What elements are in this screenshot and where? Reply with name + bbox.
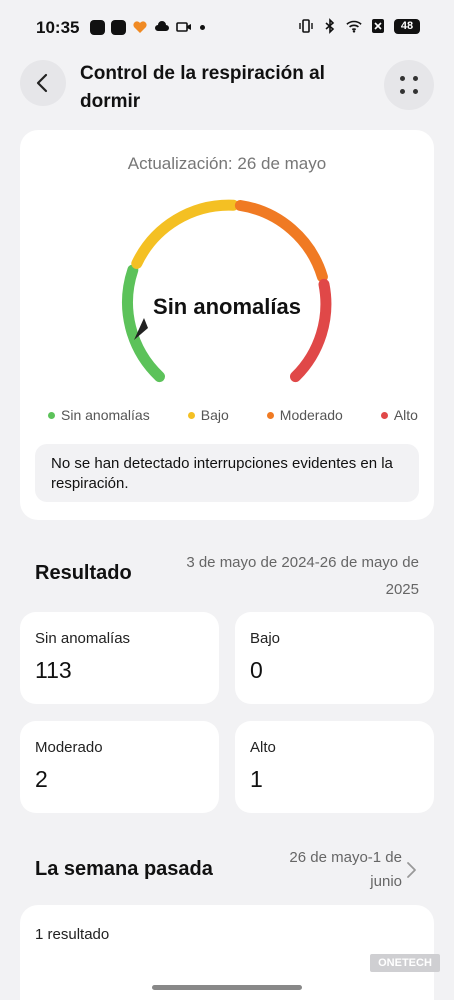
stat-value: 2 <box>35 766 48 792</box>
status-message: No se han detectado interrupciones evide… <box>51 455 393 492</box>
wifi-icon <box>346 20 362 33</box>
legend-item-moderate: Moderado <box>266 407 343 423</box>
last-week-result-count: 1 resultado <box>35 926 110 943</box>
back-button[interactable] <box>20 60 66 106</box>
last-week-heading: La semana pasada <box>35 858 213 880</box>
bluetooth-icon <box>325 18 335 34</box>
stat-label: Moderado <box>35 739 103 756</box>
last-week-range-link[interactable]: 26 de mayo-1 de junio <box>240 846 402 894</box>
notification-icons <box>90 19 205 35</box>
more-options-button[interactable] <box>384 60 434 110</box>
legend-item-low: Bajo <box>187 407 229 423</box>
page-title: Control de la respiración al dormir <box>80 63 325 112</box>
result-range-line: 3 de mayo de 2024-26 de mayo de <box>186 554 419 571</box>
vibrate-icon <box>299 19 313 33</box>
legend-dot <box>266 411 274 419</box>
status-time: 10:35 <box>36 18 80 37</box>
status-bar: 10:35 48 <box>0 0 454 56</box>
result-range-line: 2025 <box>385 581 419 598</box>
stat-card-moderate[interactable]: Moderado 2 <box>20 721 219 813</box>
legend-dot <box>48 411 55 419</box>
week-range-line: junio <box>370 873 402 890</box>
summary-card: Actualización: 26 de mayo Sin anomalías … <box>20 130 434 520</box>
stat-value: 0 <box>250 657 263 683</box>
notification-app-icon <box>90 19 105 35</box>
cloud-icon <box>155 21 169 31</box>
chevron-left-icon <box>36 73 48 93</box>
legend-dot <box>380 411 388 419</box>
stat-label: Alto <box>250 739 276 756</box>
gauge-status: Sin anomalías <box>153 294 301 319</box>
stat-card-high[interactable]: Alto 1 <box>235 721 434 813</box>
legend-label: Bajo <box>200 407 229 423</box>
stat-value: 113 <box>35 657 72 683</box>
gauge-legend: Sin anomalías Bajo Moderado Alto <box>48 407 418 423</box>
camera-icon <box>176 22 191 32</box>
stat-label: Bajo <box>250 630 281 647</box>
notification-app-icon <box>111 19 126 35</box>
chevron-right-icon[interactable] <box>404 861 418 879</box>
system-icons: 48 <box>298 18 420 34</box>
heart-icon <box>133 21 147 33</box>
more-notifications-dot <box>200 24 205 30</box>
stat-card-low[interactable]: Bajo 0 <box>235 612 434 704</box>
legend-label: Alto <box>393 407 418 423</box>
result-heading: Resultado <box>35 562 132 584</box>
battery-icon: 48 <box>394 18 420 34</box>
watermark-logo: ONETECH <box>370 954 440 972</box>
legend-dot <box>187 411 195 419</box>
gauge-segment-low <box>131 199 239 269</box>
breathing-gauge <box>122 199 332 383</box>
home-indicator[interactable] <box>152 985 302 990</box>
stat-label: Sin anomalías <box>35 630 131 647</box>
stat-value: 1 <box>250 766 263 792</box>
status-message-box: No se han detectado interrupciones evide… <box>35 444 419 502</box>
legend-item-none: Sin anomalías <box>48 407 150 423</box>
gauge-segment-moderate <box>234 200 328 283</box>
legend-item-high: Alto <box>380 407 418 423</box>
stat-card-none[interactable]: Sin anomalías 113 <box>20 612 219 704</box>
legend-label: Sin anomalías <box>61 407 150 423</box>
result-date-range: 3 de mayo de 2024-26 de mayo de 2025 <box>140 549 419 603</box>
week-range-line: 26 de mayo-1 de <box>289 849 402 866</box>
no-sim-icon <box>372 19 384 33</box>
legend-label: Moderado <box>279 407 343 423</box>
